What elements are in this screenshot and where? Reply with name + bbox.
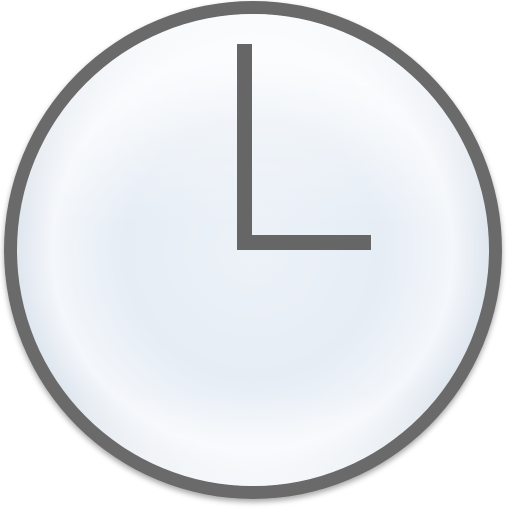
minute-hand xyxy=(237,235,371,250)
hour-hand xyxy=(237,44,252,250)
clock-icon xyxy=(4,1,502,499)
clock-icon-stage xyxy=(0,0,512,512)
